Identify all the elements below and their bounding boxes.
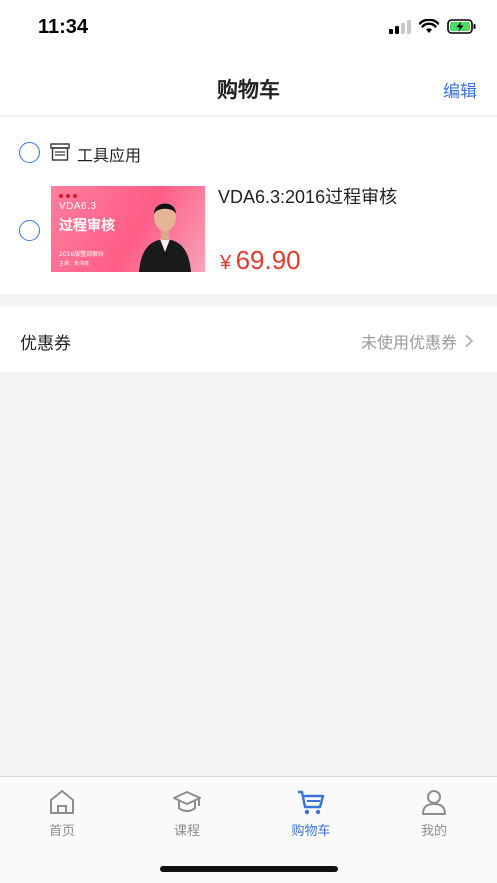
tab-profile[interactable]: 我的 (394, 787, 474, 839)
edit-button[interactable]: 编辑 (443, 77, 477, 102)
price-value: 69.90 (235, 245, 301, 275)
cart-icon (298, 790, 325, 815)
tab-cart-label: 购物车 (291, 824, 331, 839)
tab-profile-label: 我的 (420, 824, 447, 839)
battery-charging-icon (447, 19, 476, 34)
nav-bar: 购物车 编辑 (0, 60, 497, 116)
presenter-photo (139, 203, 191, 272)
tab-home-label: 首页 (48, 824, 75, 839)
store-icon (50, 143, 70, 161)
thumbnail-subtitle: 2016版整部解析 (59, 251, 105, 258)
tab-home[interactable]: 首页 (22, 787, 102, 839)
shop-select-radio[interactable] (19, 142, 40, 163)
thumbnail-line1: VDA6.3 (59, 201, 97, 212)
coupon-label: 优惠券 (20, 334, 71, 354)
user-icon (422, 790, 446, 815)
page-title: 购物车 (217, 78, 280, 102)
graduation-cap-icon (173, 791, 201, 812)
price-currency: ¥ (220, 252, 232, 274)
status-bar: 11:34 (0, 0, 497, 60)
cart-shop-card: 工具应用 VDA6.3 过程审核 2016版整部解析 主讲：朱书库 VDA6.3… (0, 117, 497, 294)
coupon-value: 未使用优惠券 (360, 333, 457, 352)
tab-cart[interactable]: 购物车 (271, 787, 351, 839)
chevron-right-icon (465, 334, 474, 348)
status-time: 11:34 (38, 16, 89, 38)
tab-courses-label: 课程 (173, 824, 200, 839)
shop-name: 工具应用 (77, 146, 142, 165)
home-icon (50, 790, 74, 814)
course-title[interactable]: VDA6.3:2016过程审核 (218, 183, 397, 209)
tab-courses[interactable]: 课程 (147, 787, 227, 839)
coupon-row[interactable]: 优惠券 未使用优惠券 (0, 307, 497, 372)
wifi-icon (419, 19, 439, 33)
status-icons (389, 19, 477, 34)
price-display: ¥ 69.90 (220, 245, 301, 276)
home-indicator[interactable] (160, 866, 338, 872)
cellular-signal-icon (389, 19, 411, 34)
thumbnail-dots (59, 194, 77, 198)
thumbnail-line2: 过程审核 (59, 218, 115, 234)
item-select-radio[interactable] (19, 220, 40, 241)
thumbnail-presenter: 主讲：朱书库 (59, 261, 90, 267)
course-thumbnail[interactable]: VDA6.3 过程审核 2016版整部解析 主讲：朱书库 (51, 186, 205, 272)
